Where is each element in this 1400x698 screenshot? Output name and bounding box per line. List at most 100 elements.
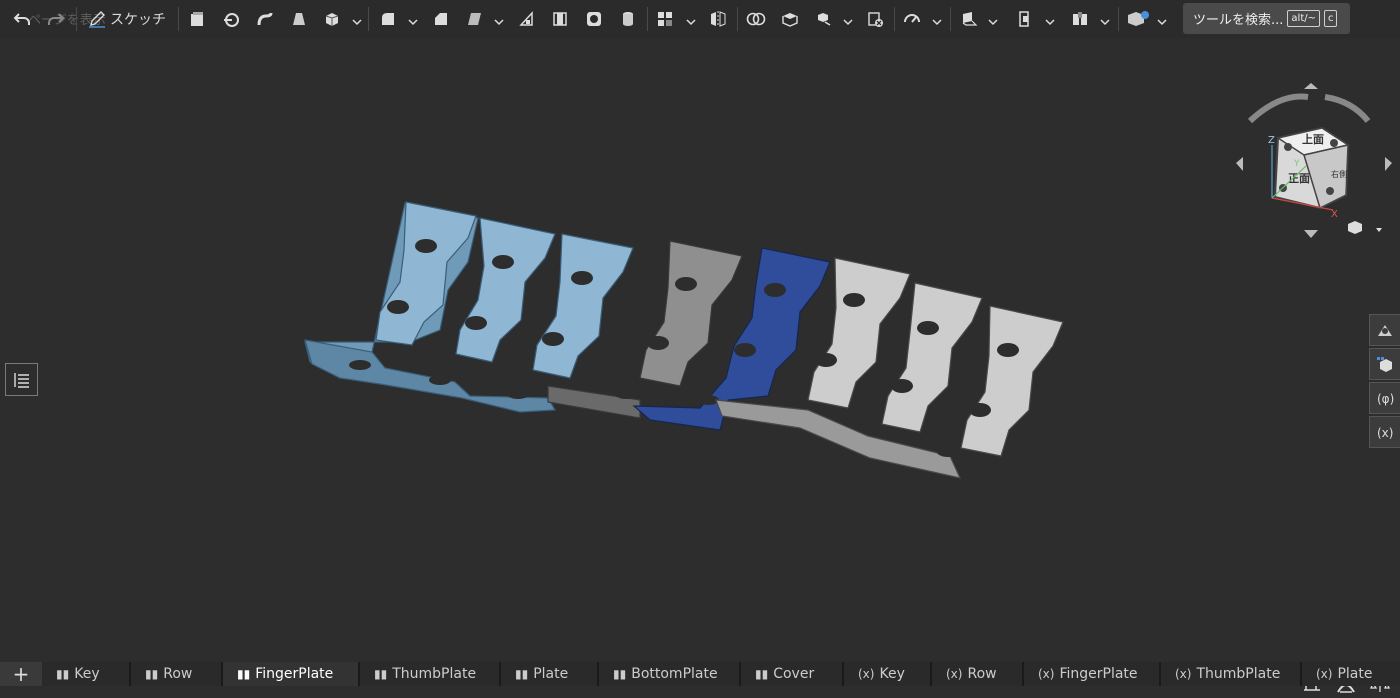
tab[interactable]: ▮▮ ThumbPlate (360, 662, 501, 686)
tab-label: FingerPlate (255, 666, 334, 682)
chevron-down-icon (1376, 228, 1382, 232)
hole-icon[interactable] (583, 6, 605, 32)
cube-right-label: 右側 (1331, 169, 1347, 179)
separator (368, 7, 369, 31)
add-tab-button[interactable]: + (0, 662, 42, 686)
chevron-down-icon[interactable] (1100, 12, 1110, 26)
toolbar: ページを表示 スケッチ ツールを検索... alt/~ c (0, 0, 1400, 38)
tab-label: FingerPlate (1059, 666, 1138, 682)
design-canvas[interactable]: 上面 正面 右側 Z Y X (φ) (x) (0, 38, 1400, 693)
pencil-icon (89, 11, 105, 28)
box-icon[interactable] (321, 6, 343, 32)
component-icon: ▮▮ (374, 667, 388, 681)
component-icon: ▮▮ (56, 667, 70, 681)
look-at-icon[interactable] (1369, 314, 1400, 346)
tab-label: Plate (1337, 666, 1373, 682)
parameters-icon[interactable]: (φ) (1369, 382, 1400, 414)
sweep-icon[interactable] (254, 6, 276, 32)
tab-label: Cover (773, 666, 815, 682)
tool-search-button[interactable]: ツールを検索... alt/~ c (1183, 3, 1350, 34)
pattern-icon[interactable] (654, 6, 676, 32)
insert-icon[interactable] (1014, 6, 1036, 32)
chamfer-icon[interactable] (430, 6, 452, 32)
tab-label: Plate (533, 666, 569, 682)
list-icon (13, 372, 29, 388)
arrow-down-icon (1304, 230, 1318, 238)
tab[interactable]: (x) Key (844, 662, 932, 686)
keyboard-model[interactable] (0, 38, 1400, 662)
mirror-icon[interactable] (707, 6, 729, 32)
tab[interactable]: (x) FingerPlate (1024, 662, 1161, 686)
sketch-button[interactable]: スケッチ (84, 6, 170, 32)
axis-z-label: Z (1268, 135, 1275, 146)
combine-icon[interactable] (745, 6, 767, 32)
tab-label: Key (879, 666, 905, 682)
tab[interactable]: ▮▮ Plate (501, 662, 599, 686)
separator (894, 7, 895, 31)
assemble-icon[interactable] (1069, 6, 1091, 32)
tab[interactable]: ▮▮ BottomPlate (599, 662, 741, 686)
separator (1118, 7, 1119, 31)
tab-label: ThumbPlate (1196, 666, 1281, 682)
arrow-right-icon (1385, 157, 1392, 171)
browser-toggle-button[interactable] (5, 363, 38, 396)
orbit-left-arrow (1247, 93, 1309, 124)
tab[interactable]: ▮▮ Row (131, 662, 223, 686)
chevron-down-icon[interactable] (686, 12, 696, 26)
cube-front-label: 正面 (1288, 172, 1310, 185)
svg-text:(φ): (φ) (1377, 392, 1394, 406)
replace-face-icon[interactable] (779, 6, 801, 32)
chevron-down-icon[interactable] (988, 12, 998, 26)
tab[interactable]: ▮▮ Cover (741, 662, 844, 686)
chevron-down-icon[interactable] (1157, 12, 1167, 26)
tab-label: BottomPlate (631, 666, 718, 682)
delete-icon[interactable] (864, 6, 886, 32)
chevron-down-icon[interactable] (1045, 12, 1055, 26)
shell-icon[interactable] (464, 6, 486, 32)
align-icon[interactable] (813, 6, 835, 32)
fillet-icon[interactable] (377, 6, 399, 32)
tab[interactable]: (x) ThumbPlate (1161, 662, 1302, 686)
parameter-icon: (x) (946, 667, 963, 681)
undo-icon[interactable] (10, 6, 34, 32)
chevron-down-icon[interactable] (408, 12, 418, 26)
finger-plate-blue-light (304, 201, 634, 413)
select-icon[interactable] (1125, 6, 1151, 32)
sketch-label: スケッチ (110, 12, 166, 28)
component-icon: ▮▮ (755, 667, 769, 681)
component-icon: ▮▮ (237, 667, 251, 681)
document-tab-bar: + ▮▮ Key ▮▮ Row ▮▮ FingerPlate ▮▮ ThumbPlate… (0, 662, 1400, 686)
chevron-down-icon[interactable] (352, 12, 362, 26)
parameter-icon: (x) (1038, 667, 1055, 681)
viewcube[interactable]: 上面 正面 右側 Z Y X (1230, 83, 1395, 243)
svg-text:(x): (x) (1377, 426, 1393, 440)
extrude-icon[interactable] (220, 6, 242, 32)
chevron-down-icon[interactable] (843, 12, 853, 26)
change-parameters-icon[interactable]: (x) (1369, 416, 1400, 448)
inspect-icon[interactable] (901, 6, 923, 32)
tab[interactable]: (x) Plate (1302, 662, 1400, 686)
draft-icon[interactable] (516, 6, 538, 32)
component-icon: ▮▮ (515, 667, 529, 681)
tab-active[interactable]: ▮▮ FingerPlate (223, 662, 360, 686)
construct-plane-icon[interactable] (958, 6, 980, 32)
separator (950, 7, 951, 31)
shortcut-key: c (1323, 10, 1338, 27)
separator (647, 7, 648, 31)
component-icon: ▮▮ (613, 667, 627, 681)
tab[interactable]: ▮▮ Key (42, 662, 131, 686)
display-settings-icon[interactable] (1369, 348, 1400, 380)
home-cube-icon (1348, 221, 1362, 234)
separator (178, 7, 179, 31)
loft-icon[interactable] (288, 6, 310, 32)
tab[interactable]: (x) Row (932, 662, 1024, 686)
thicken-icon[interactable] (549, 6, 571, 32)
new-component-icon[interactable] (186, 6, 208, 32)
tab-label: Row (163, 666, 193, 682)
axis-x-label: X (1331, 209, 1338, 220)
orbit-right-arrow (1324, 94, 1371, 123)
chevron-down-icon[interactable] (932, 12, 942, 26)
cylinder-icon[interactable] (617, 6, 639, 32)
chevron-down-icon[interactable] (494, 12, 504, 26)
redo-icon[interactable] (44, 6, 68, 32)
